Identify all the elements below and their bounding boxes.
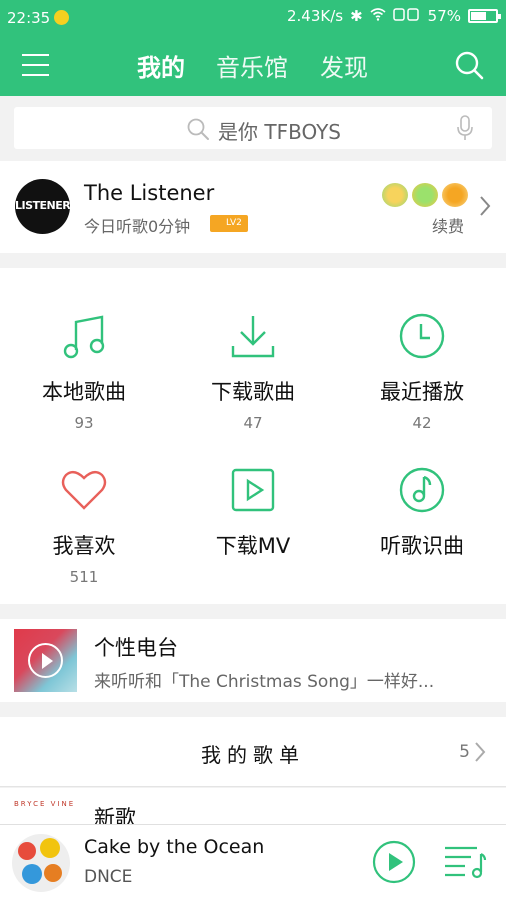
personal-radio[interactable]: 个性电台 来听听和「The Christmas Song」一样好...: [0, 619, 506, 702]
playlist-queue-icon[interactable]: [443, 844, 487, 884]
battery-icon: [468, 9, 501, 23]
downloaded-songs-count: 47: [243, 414, 263, 432]
status-time: 22:35: [7, 9, 51, 27]
clock-icon: [338, 310, 506, 362]
menu-icon[interactable]: [22, 54, 49, 76]
avatar-logo-text: LISTENER: [15, 199, 70, 212]
tab-music-hall[interactable]: 音乐馆: [216, 48, 288, 83]
profile-card[interactable]: LISTENER The Listener 今日听歌0分钟 LV2 续费: [0, 161, 506, 253]
network-speed: 2.43K/s: [286, 7, 344, 25]
now-playing-artist: DNCE: [84, 867, 133, 887]
download-mv-button[interactable]: 下载MV: [169, 464, 337, 560]
favorites-count: 511: [69, 568, 99, 586]
radio-description: 来听听和「The Christmas Song」一样好...: [94, 672, 435, 692]
downloaded-songs-label: 下载歌曲: [211, 380, 295, 404]
microphone-icon[interactable]: [456, 115, 474, 145]
playlist-item[interactable]: BRYCE VINE 新歌: [0, 788, 506, 828]
download-icon: [169, 310, 337, 362]
recognize-song-button[interactable]: 听歌识曲: [338, 464, 506, 560]
recent-plays-button[interactable]: 最近播放 42: [338, 310, 506, 432]
favorites-label: 我喜欢: [52, 534, 116, 558]
play-circle-icon[interactable]: [28, 643, 63, 678]
play-button[interactable]: [372, 840, 416, 888]
tab-mine[interactable]: 我的: [137, 48, 185, 83]
user-name: The Listener: [84, 181, 215, 205]
bluetooth-icon: ✱: [350, 7, 363, 25]
downloaded-songs-button[interactable]: 下载歌曲 47: [169, 310, 337, 432]
crown-badge-icon: [382, 183, 408, 207]
album-art[interactable]: [12, 834, 70, 892]
search-input[interactable]: 是你 TFBOYS: [14, 107, 492, 149]
playlists-count: 5: [459, 742, 470, 762]
top-bar: 我的 音乐馆 发现: [0, 36, 506, 96]
playlist-cover-text: BRYCE VINE: [14, 800, 76, 808]
recent-plays-label: 最近播放: [380, 380, 464, 404]
now-playing-title: Cake by the Ocean: [84, 836, 265, 858]
vip-badges[interactable]: [382, 183, 468, 207]
tab-discover[interactable]: 发现: [320, 48, 368, 83]
video-play-icon: [169, 464, 337, 516]
my-playlists-header[interactable]: 我的歌单 5: [0, 717, 506, 787]
download-mv-label: 下载MV: [215, 534, 291, 558]
status-bar: 22:35 2.43K/s ✱ 57%: [0, 0, 506, 36]
recent-plays-count: 42: [412, 414, 432, 432]
mushroom-badge-icon: [442, 183, 468, 207]
shortcut-grid: 本地歌曲 93 下载歌曲 47 最近播放 42 我喜欢 511 下载MV 听歌识…: [0, 268, 506, 604]
notification-icon: [54, 10, 69, 25]
radio-cover[interactable]: [14, 629, 77, 692]
music-recognize-icon: [338, 464, 506, 516]
chevron-right-icon[interactable]: [474, 741, 486, 767]
signal-icon: [392, 7, 421, 25]
local-songs-button[interactable]: 本地歌曲 93: [0, 310, 168, 432]
diamond-badge-icon: [412, 183, 438, 207]
search-placeholder: 是你 TFBOYS: [218, 120, 342, 144]
search-field-icon: [186, 117, 210, 145]
wifi-icon: [370, 7, 386, 25]
radio-title: 个性电台: [94, 636, 178, 660]
local-songs-label: 本地歌曲: [42, 380, 126, 404]
level-badge: LV2: [210, 215, 248, 232]
playlists-title: 我的歌单: [201, 743, 305, 767]
battery-percent: 57%: [427, 7, 461, 25]
local-songs-count: 93: [74, 414, 94, 432]
avatar[interactable]: LISTENER: [15, 179, 70, 234]
heart-icon: [0, 464, 168, 516]
favorites-button[interactable]: 我喜欢 511: [0, 464, 168, 586]
chevron-right-icon[interactable]: [479, 195, 491, 221]
mini-player[interactable]: Cake by the Ocean DNCE: [0, 824, 506, 900]
status-indicators: 2.43K/s ✱ 57%: [286, 7, 501, 25]
listen-time: 今日听歌0分钟: [84, 217, 191, 236]
renew-link[interactable]: 续费: [432, 213, 464, 237]
music-note-icon: [0, 310, 168, 362]
search-icon[interactable]: [454, 50, 484, 84]
recognize-song-label: 听歌识曲: [380, 534, 464, 558]
